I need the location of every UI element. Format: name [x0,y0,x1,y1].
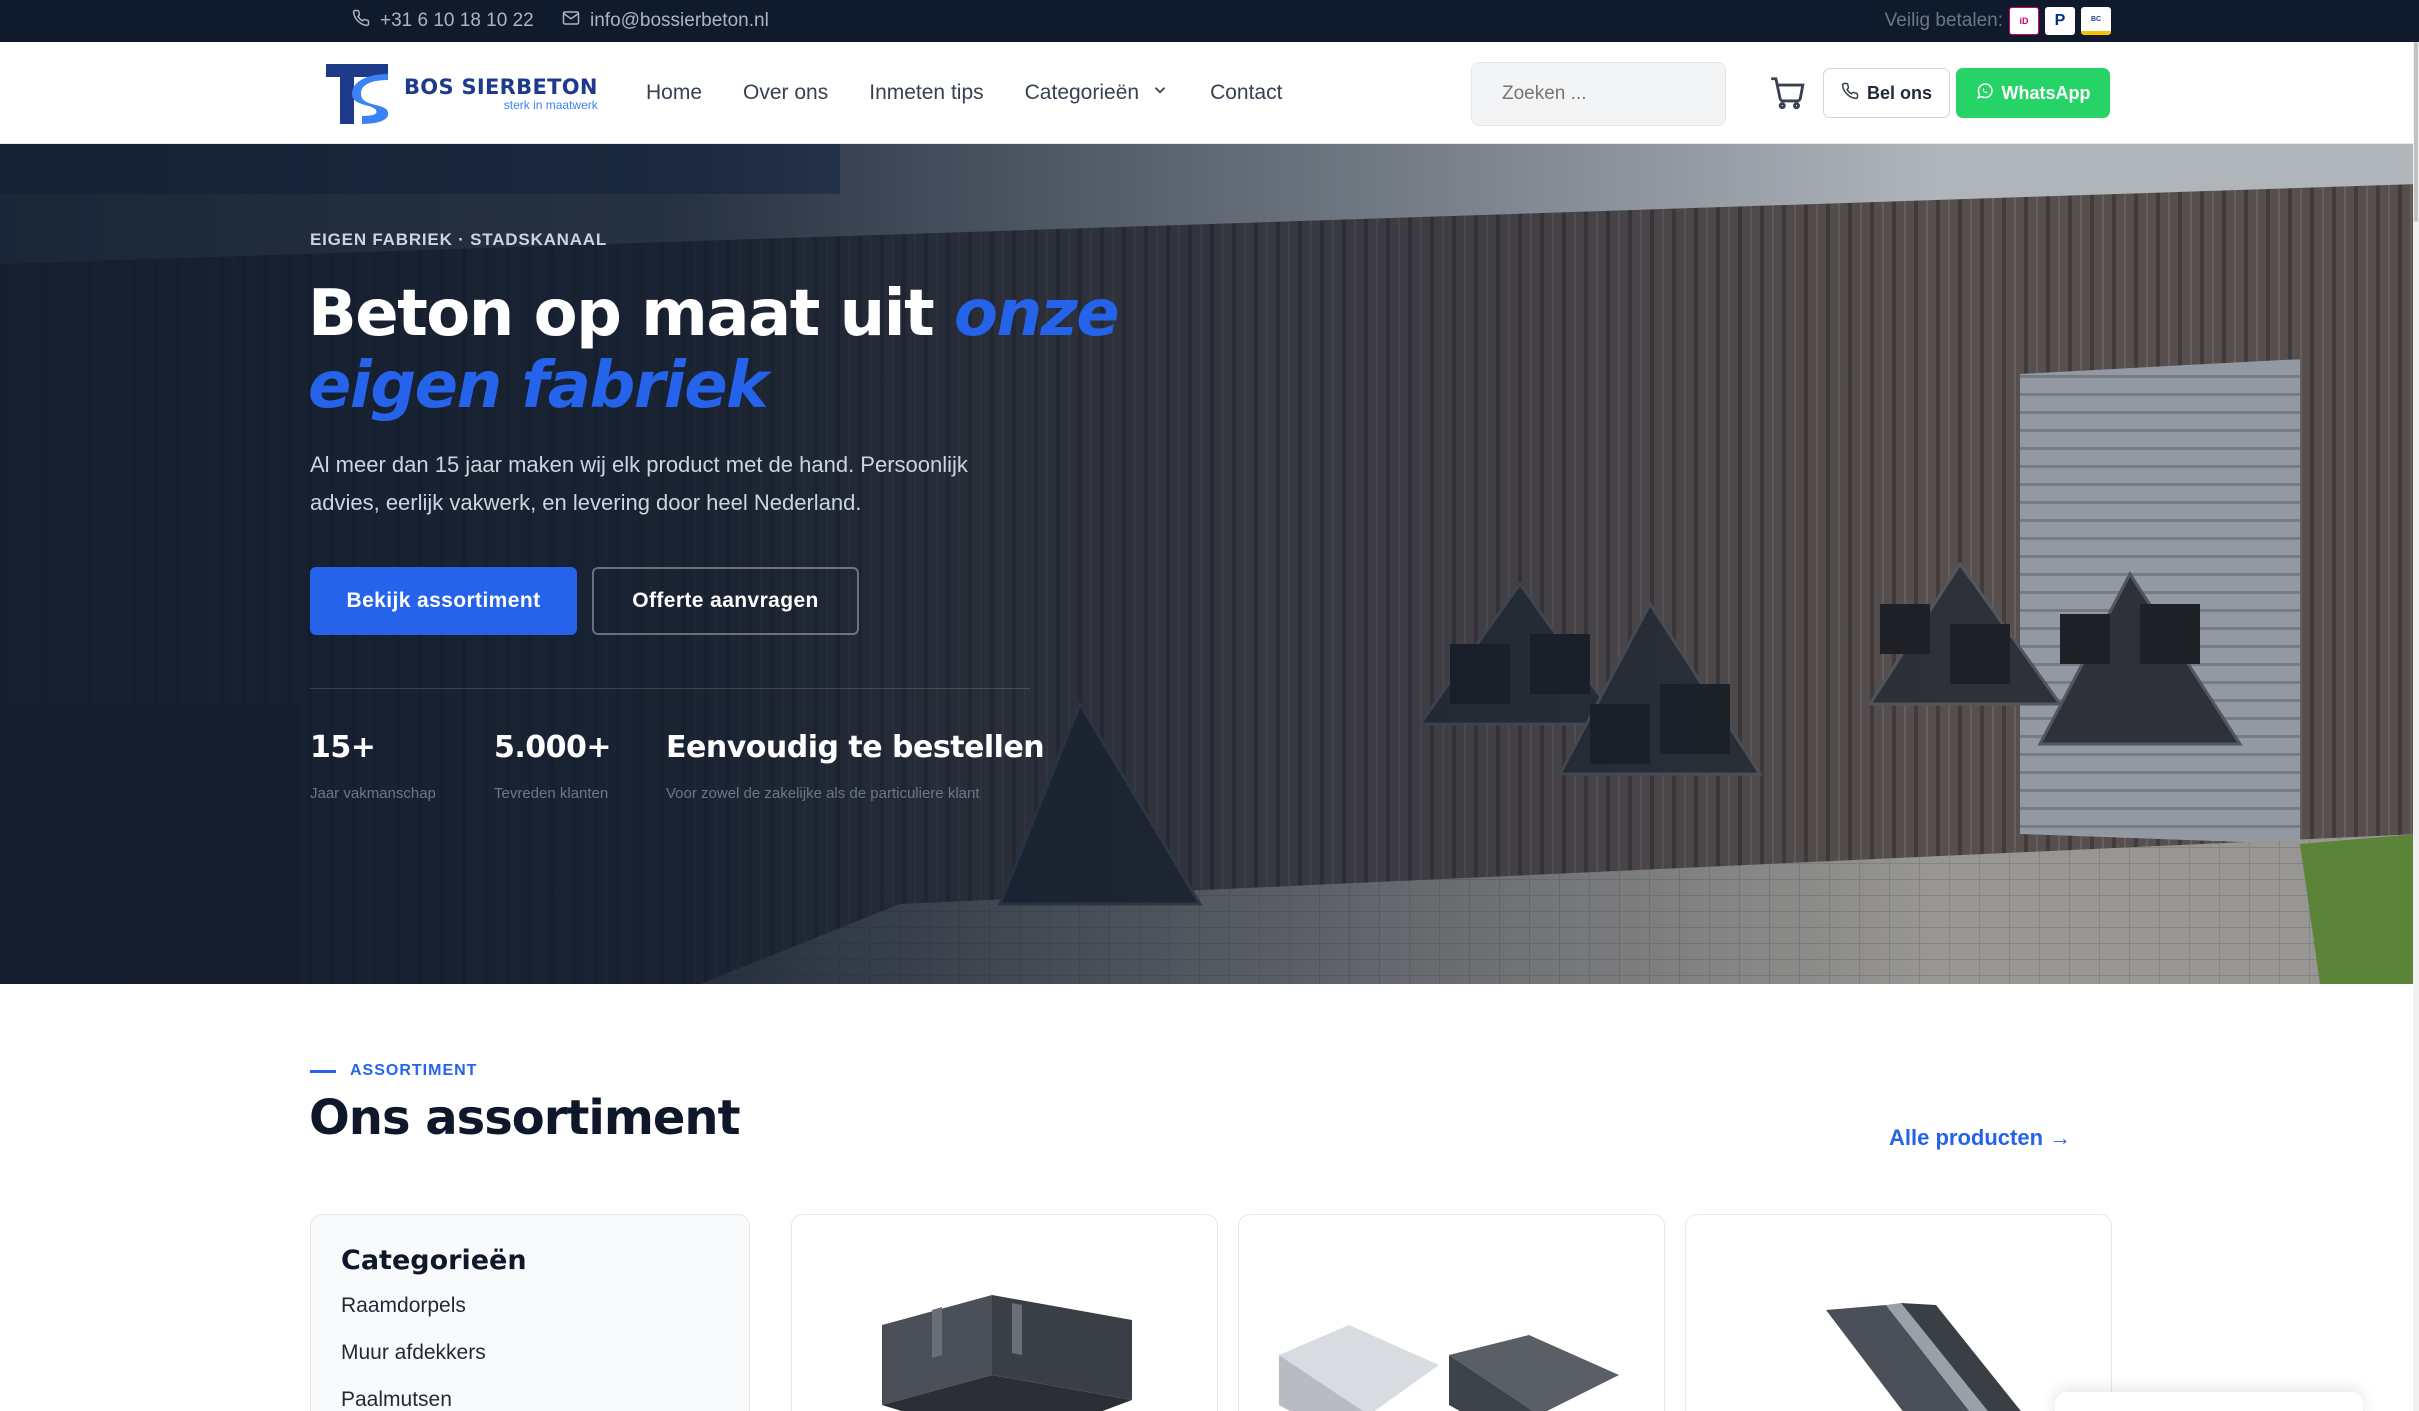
categories-title: Categorieën [341,1245,527,1276]
nav-over-ons[interactable]: Over ons [743,81,828,105]
categories-list: Raamdorpels Muur afdekkers Paalmutsen [341,1294,719,1411]
stat-ordering-value: Eenvoudig te bestellen [666,730,1045,765]
phone-link[interactable]: +31 6 10 18 10 22 [352,0,534,42]
mail-icon [562,9,580,33]
hero-subtitle: Al meer dan 15 jaar maken wij elk produc… [310,452,968,515]
nav-contact[interactable]: Contact [1210,81,1282,105]
hero-divider [310,688,1030,689]
paypal-logo: P [2045,7,2075,35]
site-logo[interactable]: BOS SIERBETON sterk in maatwerk [326,60,598,126]
product-card[interactable] [1685,1214,2112,1411]
stat-customers-label: Tevreden klanten [494,785,609,802]
product-card[interactable] [791,1214,1218,1411]
product-card[interactable] [1238,1214,1665,1411]
whatsapp-button[interactable]: WhatsApp [1956,68,2110,118]
eyebrow-line [310,1069,336,1073]
email-address: info@bossierbeton.nl [590,10,769,31]
stat-customers: 5.000+ Tevreden klanten [494,730,612,802]
hero-eyebrow: EIGEN FABRIEK · STADSKANAAL [310,230,608,249]
all-products-link[interactable]: Alle producten → [1889,1125,2071,1151]
category-raamdorpels[interactable]: Raamdorpels [341,1294,719,1341]
nav-categorieen[interactable]: Categorieën [1025,81,1169,105]
brand-tagline: sterk in maatwerk [503,97,598,112]
stat-years-label: Jaar vakmanschap [310,785,436,802]
site-header: BOS SIERBETON sterk in maatwerk Home Ove… [0,42,2419,144]
category-muur-afdekkers[interactable]: Muur afdekkers [341,1341,719,1388]
bancontact-logo: BC [2081,7,2111,35]
brand-name: BOS SIERBETON [404,74,598,99]
stat-customers-value: 5.000+ [494,730,612,765]
whatsapp-button-label: WhatsApp [2001,82,2091,103]
whatsapp-icon [1976,82,1994,105]
call-button[interactable]: Bel ons [1823,68,1950,118]
nav-inmeten-tips[interactable]: Inmeten tips [869,81,983,105]
hero-title: Beton op maat uit onze eigen fabriek [308,278,1128,422]
logo-mark-icon [326,60,398,126]
product-image [882,1295,1132,1411]
phone-icon [352,9,370,33]
main-nav: Home Over ons Inmeten tips Categorieën C… [646,42,1323,144]
nav-categorieen-label: Categorieën [1024,81,1140,104]
chevron-down-icon [1151,81,1169,105]
call-button-label: Bel ons [1866,82,1932,103]
assortment-eyebrow-label: ASSORTIMENT [350,1062,478,1079]
stat-years-value: 15+ [310,730,376,765]
categories-card: Categorieën Raamdorpels Muur afdekkers P… [310,1214,750,1411]
stat-ordering: Eenvoudig te bestellen Voor zowel de zak… [666,730,1045,802]
hero-section: EIGEN FABRIEK · STADSKANAAL Beton op maa… [0,144,2419,984]
cart-icon[interactable] [1768,74,1806,112]
pay-label: Veilig betalen: [1884,10,2003,31]
assortment-eyebrow: ASSORTIMENT [310,1062,477,1080]
page-scrollbar[interactable] [2413,42,2419,1411]
category-paalmutsen[interactable]: Paalmutsen [341,1388,719,1411]
ideal-logo: iD [2009,7,2039,35]
email-link[interactable]: info@bossierbeton.nl [562,0,769,42]
scrollbar-thumb[interactable] [2414,42,2418,222]
view-assortment-button[interactable]: Bekijk assortiment [310,567,577,635]
phone-icon [1841,82,1859,105]
assortment-title: Ons assortiment [309,1090,741,1146]
request-quote-button[interactable]: Offerte aanvragen [592,567,859,635]
cookie-toast [2055,1392,2363,1411]
top-bar: +31 6 10 18 10 22 info@bossierbeton.nl V… [0,0,2419,42]
stat-years: 15+ Jaar vakmanschap [310,730,436,802]
phone-number: +31 6 10 18 10 22 [380,10,534,31]
product-image [1826,1303,2021,1411]
nav-home[interactable]: Home [646,81,702,105]
product-image [1279,1325,1619,1411]
hero-title-plain: Beton op maat uit [308,277,954,351]
search-input[interactable] [1471,62,1726,126]
stat-ordering-label: Voor zowel de zakelijke als de particuli… [666,785,980,802]
payment-methods: Veilig betalen: iD P BC [1885,0,2111,42]
